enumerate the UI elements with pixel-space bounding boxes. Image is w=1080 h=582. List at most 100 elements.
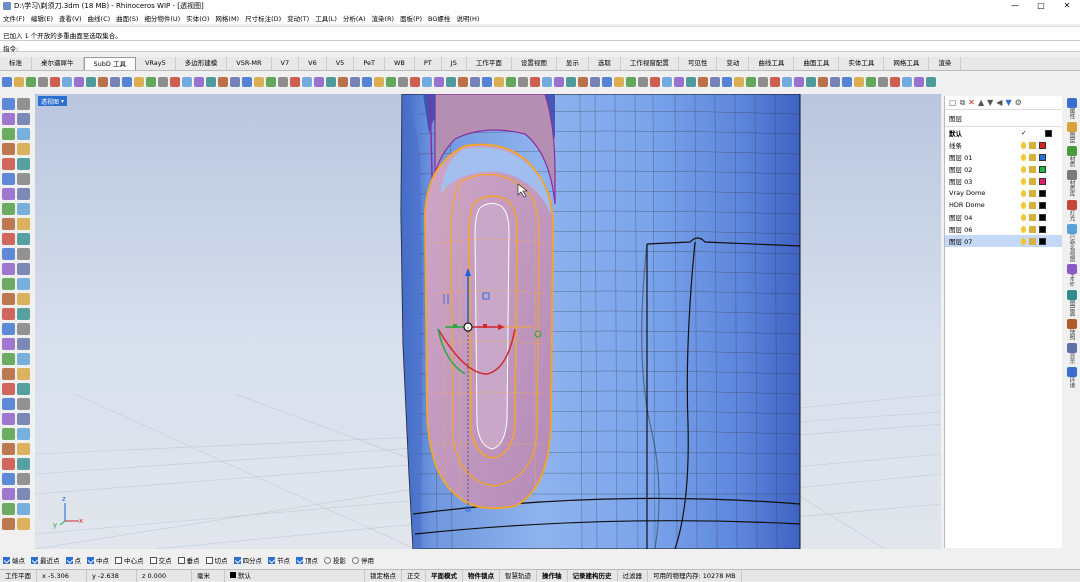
left-tool-icon[interactable] [2, 173, 15, 185]
toolbar-tool-icon[interactable] [554, 77, 564, 87]
toolbar-tool-icon[interactable] [782, 77, 792, 87]
toolbar-tool-icon[interactable] [626, 77, 636, 87]
left-tool-icon[interactable] [2, 233, 15, 245]
left-tool-icon[interactable] [17, 443, 30, 455]
toolbar-tool-icon[interactable] [590, 77, 600, 87]
toolbar-tool-icon[interactable] [278, 77, 288, 87]
toolbar-tool-icon[interactable] [230, 77, 240, 87]
toolbar-tool-icon[interactable] [98, 77, 108, 87]
left-tool-icon[interactable] [2, 338, 15, 350]
chevron-down-icon[interactable]: ▾ [61, 98, 64, 105]
layer-color-swatch[interactable] [1039, 213, 1046, 221]
toolbar-tab[interactable]: WB [385, 57, 415, 70]
layer-row[interactable]: 图层 02 [945, 163, 1062, 175]
toolbar-tab[interactable]: 标准 [0, 57, 32, 70]
lock-icon[interactable] [1029, 141, 1036, 149]
osnap-6[interactable]: 垂点 [177, 555, 200, 565]
toolbar-tool-icon[interactable] [266, 77, 276, 87]
left-tool-icon[interactable] [17, 368, 30, 380]
menu-item[interactable]: 尺寸标注(D) [245, 13, 281, 23]
left-tool-icon[interactable] [2, 413, 15, 425]
osnap-checkbox[interactable] [149, 556, 157, 564]
toolbar-tool-icon[interactable] [314, 77, 324, 87]
layer-row[interactable]: 图层 04 [945, 211, 1062, 223]
lock-icon[interactable] [1029, 153, 1036, 161]
left-tool-icon[interactable] [2, 188, 15, 200]
lightbulb-icon[interactable] [1021, 141, 1026, 149]
layer-row[interactable]: Vray Dome [945, 187, 1062, 199]
new-sublayer-icon[interactable]: ⧉ [960, 98, 966, 108]
menu-item[interactable]: 编辑(E) [31, 13, 53, 23]
toolbar-tool-icon[interactable] [74, 77, 84, 87]
layer-color-swatch[interactable] [1039, 165, 1046, 173]
status-toggle[interactable]: 锁定格点 [365, 569, 402, 582]
toolbar-tool-icon[interactable] [374, 77, 384, 87]
toolbar-tool-icon[interactable] [770, 77, 780, 87]
toolbar-tool-icon[interactable] [566, 77, 576, 87]
toolbar-tool-icon[interactable] [350, 77, 360, 87]
menu-item[interactable]: 查看(V) [59, 13, 82, 23]
toolbar-tool-icon[interactable] [878, 77, 888, 87]
toolbar-tab[interactable]: VSR-MR [227, 57, 272, 70]
left-tool-icon[interactable] [2, 128, 15, 140]
osnap-11[interactable]: 投影 [324, 555, 346, 565]
viewport-title-tab[interactable]: 透视图 ▾ [38, 96, 68, 106]
layer-color-swatch[interactable] [1039, 189, 1046, 197]
move-out-icon[interactable]: ◀ [996, 98, 1002, 107]
left-tool-icon[interactable] [17, 338, 30, 350]
status-toggle[interactable]: 智慧轨迹 [500, 569, 537, 582]
left-tool-icon[interactable] [17, 128, 30, 140]
units-label[interactable]: 毫米 [192, 569, 225, 582]
left-tool-icon[interactable] [17, 323, 30, 335]
toolbar-tool-icon[interactable] [638, 77, 648, 87]
left-tool-icon[interactable] [2, 158, 15, 170]
osnap-4[interactable]: 中心点 [115, 555, 144, 565]
toolbar-tool-icon[interactable] [50, 77, 60, 87]
status-toggle[interactable]: 操作轴 [537, 569, 568, 582]
toolbar-tab[interactable]: VRay5 [136, 57, 176, 70]
left-tool-icon[interactable] [17, 473, 30, 485]
tools-icon[interactable]: ⚙ [1015, 98, 1022, 107]
right-panel-tab[interactable]: 灯光 [1066, 199, 1077, 221]
left-tool-icon[interactable] [17, 218, 30, 230]
cplane-label[interactable]: 工作平面 [0, 569, 37, 582]
toolbar-tab[interactable]: JS [442, 57, 467, 70]
menu-item[interactable]: 面板(P) [400, 13, 422, 23]
menu-item[interactable]: BG螺栓 [428, 13, 450, 23]
left-tool-icon[interactable] [17, 173, 30, 185]
osnap-checkbox[interactable] [177, 556, 185, 564]
current-layer[interactable]: 默认 [225, 569, 365, 582]
toolbar-tool-icon[interactable] [674, 77, 684, 87]
toolbar-tool-icon[interactable] [602, 77, 612, 87]
left-tool-icon[interactable] [17, 278, 30, 290]
toolbar-tool-icon[interactable] [254, 77, 264, 87]
toolbar-tool-icon[interactable] [518, 77, 528, 87]
osnap-radio[interactable] [352, 556, 359, 564]
toolbar-tool-icon[interactable] [614, 77, 624, 87]
toolbar-tab[interactable]: 多边形建模 [176, 57, 228, 70]
toolbar-tool-icon[interactable] [794, 77, 804, 87]
left-tool-icon[interactable] [2, 458, 15, 470]
toolbar-tool-icon[interactable] [182, 77, 192, 87]
toolbar-tool-icon[interactable] [698, 77, 708, 87]
left-tool-icon[interactable] [2, 293, 15, 305]
toolbar-tool-icon[interactable] [158, 77, 168, 87]
delete-layer-icon[interactable]: ✕ [968, 98, 975, 107]
layer-color-swatch[interactable] [1039, 153, 1046, 161]
toolbar-tab[interactable]: 曲线工具 [749, 57, 795, 70]
toolbar-tool-icon[interactable] [830, 77, 840, 87]
osnap-2[interactable]: 点 [65, 555, 81, 565]
left-tool-icon[interactable] [2, 443, 15, 455]
left-tool-icon[interactable] [2, 113, 15, 125]
osnap-7[interactable]: 切点 [205, 555, 228, 565]
osnap-9[interactable]: 节点 [268, 555, 290, 565]
left-tool-icon[interactable] [2, 308, 15, 320]
osnap-0[interactable]: 端点 [3, 555, 25, 565]
osnap-10[interactable]: 顶点 [296, 555, 318, 565]
right-panel-tab[interactable]: 属性 [1066, 98, 1077, 119]
toolbar-tool-icon[interactable] [410, 77, 420, 87]
toolbar-tool-icon[interactable] [338, 77, 348, 87]
toolbar-tool-icon[interactable] [506, 77, 516, 87]
left-tool-icon[interactable] [2, 248, 15, 260]
right-panel-tab[interactable]: 显示 [1066, 343, 1077, 364]
